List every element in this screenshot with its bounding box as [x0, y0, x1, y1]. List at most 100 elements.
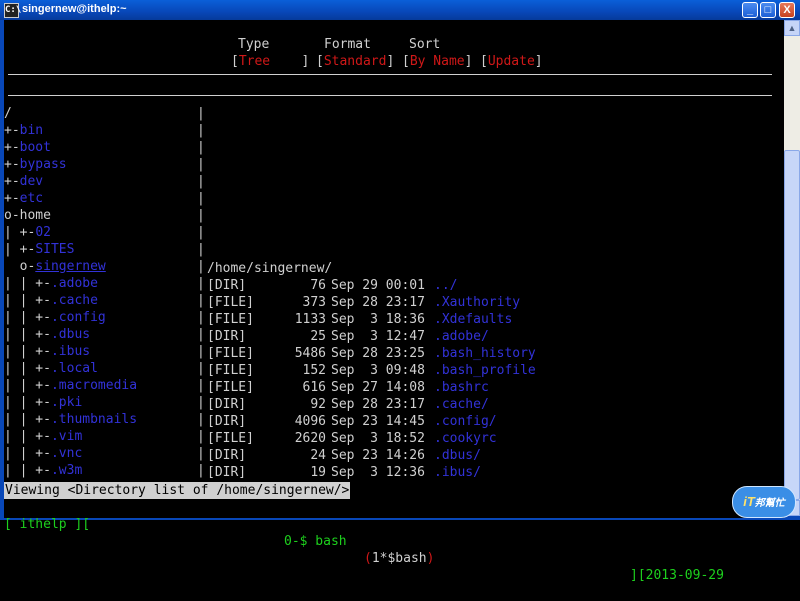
entry-type: [DIR] [207, 448, 247, 463]
title-bar[interactable]: C:\ singernew@ithelp:~ _ □ X [0, 0, 800, 20]
tree-item[interactable]: | | +-.cache [4, 292, 98, 309]
minimize-button[interactable]: _ [742, 2, 758, 18]
tree-item-prefix: | | +- [4, 344, 51, 359]
tree-item[interactable]: | +-SITES [4, 241, 74, 258]
tree-item[interactable]: | | +-.w3m [4, 462, 82, 479]
entry-name[interactable]: .dbus/ [434, 447, 481, 464]
screen-date: ][2013-09-29 [630, 568, 724, 583]
pane-separator-segment: | [197, 310, 205, 325]
tree-item-prefix: +- [4, 123, 20, 138]
entry-size: 25 [310, 329, 326, 344]
tree-item-prefix: o- [4, 259, 36, 274]
tree-item-label: bypass [19, 157, 67, 172]
tree-item-label: .local [50, 361, 98, 376]
tree-item-prefix: | +- [4, 225, 36, 240]
pane-separator-segment: | [197, 157, 205, 172]
entry-name[interactable]: .cache/ [434, 396, 489, 413]
entry-name[interactable]: .Xdefaults [434, 311, 512, 328]
pane-separator-segment: | [197, 208, 205, 223]
entry-name[interactable]: .bashrc [434, 379, 489, 396]
tree-item-prefix: +- [4, 140, 20, 155]
entry-date: Sep 23 14:26 [331, 448, 425, 463]
entry-date: Sep 23 14:45 [331, 414, 425, 429]
pane-separator-segment: | [197, 123, 205, 138]
entry-name[interactable]: .bash_profile [434, 362, 536, 379]
pane-separator-segment: | [197, 361, 205, 376]
tree-item[interactable]: o-home [4, 207, 51, 224]
tree-item-label: bin [19, 123, 44, 138]
tree-item-label: etc [19, 191, 44, 206]
close-button[interactable]: X [779, 2, 795, 18]
entry-name[interactable]: .Xauthority [434, 294, 520, 311]
tree-item[interactable]: +-bypass [4, 156, 67, 173]
tree-item[interactable]: | | +-.vim [4, 428, 82, 445]
entry-name[interactable]: .cookyrc [434, 430, 497, 447]
tree-item-prefix: | | +- [4, 327, 51, 342]
tree-item[interactable]: | | +-.dbus [4, 326, 90, 343]
entry-type: [FILE] [207, 295, 254, 310]
scroll-up-arrow-icon[interactable]: ▲ [784, 20, 800, 36]
tree-item-prefix: +- [4, 157, 20, 172]
tree-item-prefix: +- [4, 191, 20, 206]
tree-item[interactable]: / [4, 105, 12, 122]
sort-selector[interactable]: [By Name] [402, 53, 472, 70]
entry-name[interactable]: ../ [434, 277, 457, 294]
tree-item[interactable]: | | +-.thumbnails [4, 411, 137, 428]
entry-type: [FILE] [207, 363, 254, 378]
entry-size: 24 [310, 448, 326, 463]
tree-item-prefix: | | +- [4, 412, 51, 427]
entry-size: 19 [310, 465, 326, 480]
tree-item-prefix: | | +- [4, 446, 51, 461]
screen-window-1[interactable]: (1*$bash) [364, 550, 434, 567]
update-button[interactable]: [Update] [480, 53, 543, 70]
pane-separator-segment: | [197, 276, 205, 291]
tree-item-prefix: o- [4, 208, 20, 223]
pane-separator-segment: | [197, 344, 205, 359]
tree-item-label: .cache [50, 293, 98, 308]
pane-separator-segment: | [197, 395, 205, 410]
status-line: Viewing <Directory list of /home/singern… [4, 482, 351, 499]
tree-item-label: singernew [35, 259, 106, 274]
entry-name[interactable]: .adobe/ [434, 328, 489, 345]
tree-item[interactable]: | | +-.adobe [4, 275, 98, 292]
entry-date: Sep 3 12:36 [331, 465, 425, 480]
entry-name[interactable]: .bash_history [434, 345, 536, 362]
tree-item[interactable]: | | +-.ibus [4, 343, 90, 360]
terminal-screen[interactable]: Type Format Sort [Tree ] [Standard] [By … [4, 20, 784, 583]
entry-name[interactable]: .config/ [434, 413, 497, 430]
format-selector[interactable]: [Standard] [316, 53, 394, 70]
vertical-scrollbar[interactable]: ▲ ▼ [784, 20, 800, 516]
tree-item-prefix: | | +- [4, 310, 51, 325]
tree-item[interactable]: +-boot [4, 139, 51, 156]
tree-item[interactable]: | +-02 [4, 224, 51, 241]
entry-name[interactable]: .ibus/ [434, 464, 481, 481]
tree-item[interactable]: | | +-.config [4, 309, 106, 326]
tree-item-prefix: | +- [4, 242, 36, 257]
tree-item[interactable]: | | +-.vnc [4, 445, 82, 462]
format-label: Format [324, 37, 371, 52]
scrollbar-thumb[interactable] [784, 150, 800, 500]
type-selector[interactable]: [Tree ] [231, 53, 309, 70]
entry-type: [FILE] [207, 312, 254, 327]
tree-item[interactable]: o-singernew [4, 258, 106, 275]
tree-item[interactable]: +-dev [4, 173, 43, 190]
tree-item[interactable]: | | +-.pki [4, 394, 82, 411]
tree-item[interactable]: +-bin [4, 122, 43, 139]
tree-item-label: dev [19, 174, 44, 189]
entry-type: [FILE] [207, 380, 254, 395]
tree-item[interactable]: | | +-.macromedia [4, 377, 137, 394]
pane-separator-segment: | [197, 242, 205, 257]
tree-item-label: .macromedia [50, 378, 138, 393]
entry-type: [FILE] [207, 431, 254, 446]
entry-type: [DIR] [207, 329, 247, 344]
screen-window-0[interactable]: 0-$ bash [284, 533, 347, 550]
tree-item[interactable]: | | +-.local [4, 360, 98, 377]
tree-item[interactable]: +-etc [4, 190, 43, 207]
entry-type: [DIR] [207, 414, 247, 429]
entry-size: 152 [302, 363, 326, 378]
sort-label: Sort [409, 37, 441, 52]
tree-item-prefix: | | +- [4, 429, 51, 444]
maximize-button[interactable]: □ [760, 2, 776, 18]
entry-size: 92 [310, 397, 326, 412]
entry-date: Sep 3 18:52 [331, 431, 425, 446]
